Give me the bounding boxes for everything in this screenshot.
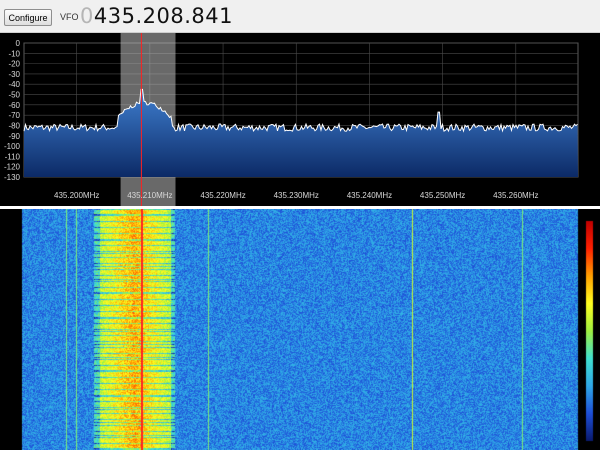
- db-tick-label: -90: [8, 132, 20, 141]
- frequency-tick-label: 435.260MHz: [493, 191, 538, 200]
- frequency-tick-label: 435.200MHz: [54, 191, 99, 200]
- db-tick-label: -20: [8, 60, 20, 69]
- frequency-tick-label: 435.240MHz: [347, 191, 392, 200]
- db-tick-label: -10: [8, 49, 20, 58]
- db-tick-label: -60: [8, 101, 20, 110]
- db-tick-label: -50: [8, 91, 20, 100]
- frequency-tick-label: 435.210MHz: [127, 191, 172, 200]
- vfo-label: VFO: [60, 12, 79, 22]
- frequency-tick-label: 435.220MHz: [200, 191, 245, 200]
- db-tick-label: 0: [16, 39, 21, 48]
- vfo-frequency-display[interactable]: 0435.208.841: [80, 2, 233, 30]
- spectrum-background: [0, 33, 600, 206]
- db-tick-label: -130: [4, 173, 21, 182]
- db-tick-label: -70: [8, 111, 20, 120]
- db-tick-label: -40: [8, 80, 20, 89]
- db-tick-label: -120: [4, 163, 21, 172]
- waterfall-display[interactable]: [0, 209, 600, 450]
- spectrum-plot[interactable]: 0-10 -20-30-40 -50-60-70-80 -90-100-110 -120…: [0, 33, 600, 206]
- toolbar: Configure VFO 0435.208.841: [0, 0, 600, 33]
- configure-button[interactable]: Configure: [4, 9, 52, 26]
- frequency-tick-label: 435.230MHz: [274, 191, 319, 200]
- db-tick-label: -30: [8, 70, 20, 79]
- frequency-tick-label: 435.250MHz: [420, 191, 465, 200]
- db-tick-label: -100: [4, 142, 21, 151]
- db-tick-label: -110: [5, 152, 21, 161]
- db-tick-label: -80: [8, 121, 20, 130]
- vfo-frequency-digits: 435.208.841: [93, 4, 233, 28]
- vfo-frequency-prefix: 0: [80, 4, 94, 28]
